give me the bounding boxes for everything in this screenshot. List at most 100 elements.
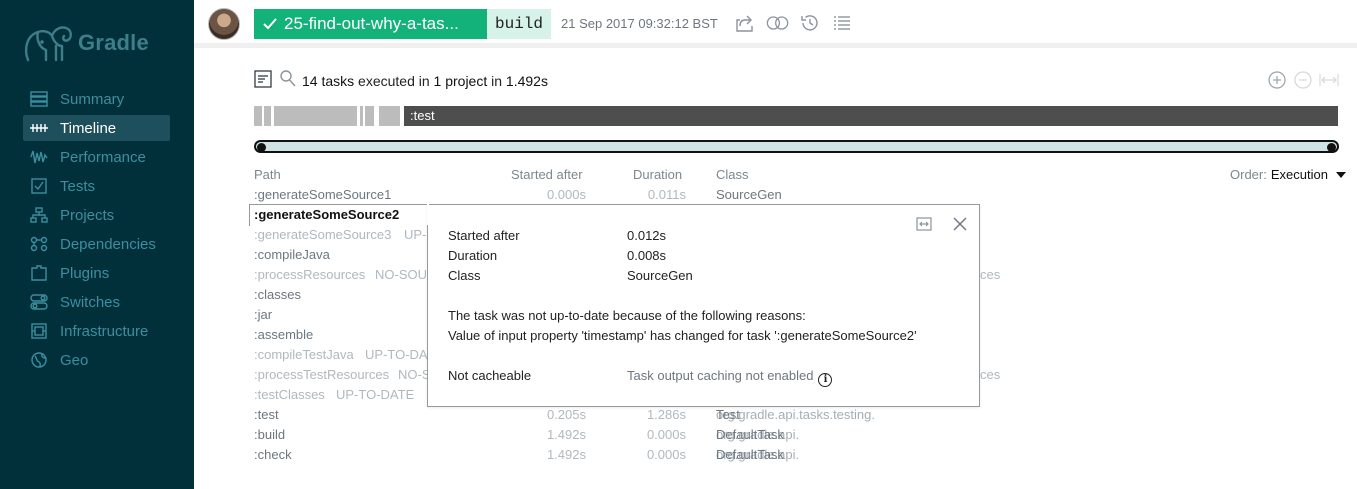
sidebar-item-plugins[interactable]: Plugins bbox=[23, 260, 170, 286]
task-path: :generateSomeSource2 bbox=[254, 207, 400, 222]
zoom-in-icon[interactable] bbox=[1267, 70, 1287, 90]
column-started-after[interactable]: Started after bbox=[511, 167, 583, 182]
check-icon bbox=[263, 18, 277, 30]
sidebar-item-projects[interactable]: Projects bbox=[23, 202, 170, 228]
task-path: :check bbox=[254, 447, 292, 462]
slider-start-handle[interactable] bbox=[257, 143, 266, 152]
timeline-segment[interactable] bbox=[379, 106, 400, 126]
task-duration: 0.000s bbox=[646, 427, 686, 442]
details-icon[interactable] bbox=[254, 70, 272, 91]
timeline-range-slider[interactable] bbox=[254, 140, 1339, 153]
sidebar-item-tests[interactable]: Tests bbox=[23, 173, 170, 199]
column-path[interactable]: Path bbox=[254, 167, 281, 182]
timeline-segment[interactable] bbox=[360, 106, 363, 126]
task-class-name: Test bbox=[716, 407, 740, 422]
sidebar-item-label: Dependencies bbox=[60, 235, 156, 253]
started-after-value: 0.012s bbox=[627, 228, 667, 243]
sidebar-item-label: Projects bbox=[60, 206, 115, 224]
search-icon[interactable] bbox=[280, 70, 296, 91]
order-dropdown[interactable]: Order: Execution bbox=[1230, 167, 1346, 182]
timeline-bar: :test bbox=[254, 106, 1338, 126]
list-icon[interactable] bbox=[830, 11, 854, 35]
task-path: :build bbox=[254, 427, 286, 442]
task-count: 14 tasks bbox=[302, 72, 355, 89]
sidebar-item-switches[interactable]: Switches bbox=[23, 289, 170, 315]
geo-icon bbox=[29, 351, 49, 369]
row-class-fragment: ces bbox=[980, 367, 1001, 382]
popup-connector bbox=[427, 204, 429, 225]
build-tag[interactable]: build bbox=[487, 9, 551, 39]
task-path: :testClasses bbox=[254, 387, 325, 402]
sidebar-item-timeline[interactable]: Timeline bbox=[23, 115, 170, 141]
task-class-name: DefaultTask bbox=[716, 447, 784, 462]
task-started: 1.492s bbox=[546, 427, 586, 442]
timeline-segment[interactable] bbox=[274, 106, 357, 126]
info-icon[interactable]: i bbox=[818, 372, 833, 387]
task-path: :processResources bbox=[254, 267, 366, 282]
slider-end-handle[interactable] bbox=[1327, 143, 1336, 152]
order-value: Execution bbox=[1270, 167, 1328, 182]
task-duration: 0.011s bbox=[647, 187, 686, 202]
task-started: 0.205s bbox=[546, 407, 586, 422]
plugins-icon bbox=[29, 264, 49, 282]
task-path: :processTestResources bbox=[254, 367, 390, 382]
sidebar-item-performance[interactable]: Performance bbox=[23, 144, 170, 170]
sidebar-item-label: Geo bbox=[60, 351, 89, 369]
zoom-out-icon[interactable] bbox=[1293, 70, 1313, 90]
zoom-controls bbox=[1267, 70, 1339, 90]
timeline-segment[interactable] bbox=[264, 106, 271, 126]
avatar[interactable] bbox=[208, 8, 240, 40]
table-row[interactable]: :build 1.492s 0.000s org.gradle.api. Defa… bbox=[254, 427, 1334, 447]
task-path: :generateSomeSource1 bbox=[254, 187, 392, 202]
build-name: 25-find-out-why-a-tas... bbox=[284, 14, 459, 33]
fit-width-icon[interactable] bbox=[1319, 70, 1339, 90]
timeline-icon bbox=[29, 119, 49, 137]
sidebar: Gradle Summary Timeline Performance Test… bbox=[0, 0, 194, 489]
close-icon[interactable] bbox=[951, 215, 969, 233]
sidebar-item-geo[interactable]: Geo bbox=[23, 347, 170, 373]
task-path: :test bbox=[254, 407, 279, 422]
duration-label: Duration bbox=[448, 248, 498, 263]
task-status: NO-S bbox=[398, 367, 431, 382]
sidebar-item-dependencies[interactable]: Dependencies bbox=[23, 231, 170, 257]
timeline-test-segment[interactable]: :test bbox=[404, 106, 1338, 126]
task-status: UP-TO-DATE bbox=[336, 387, 415, 402]
build-datetime: 21 Sep 2017 09:32:12 BST bbox=[561, 16, 718, 31]
sidebar-item-summary[interactable]: Summary bbox=[23, 86, 170, 112]
task-details-popup: Started after 0.012s Duration 0.008s Cla… bbox=[427, 204, 980, 407]
order-label: Order: bbox=[1230, 167, 1267, 182]
task-class-name: SourceGen bbox=[716, 187, 782, 202]
sidebar-item-label: Timeline bbox=[60, 119, 117, 137]
summary-icon bbox=[29, 90, 49, 108]
top-bar: 25-find-out-why-a-tas... build 21 Sep 20… bbox=[194, 0, 1357, 48]
timeline-segment[interactable] bbox=[254, 106, 262, 126]
task-class-name: DefaultTask bbox=[716, 427, 784, 442]
table-row[interactable]: :test 0.205s 1.286s org.gradle.api.tasks… bbox=[254, 407, 1334, 427]
sidebar-nav: Summary Timeline Performance Tests Proje… bbox=[23, 86, 170, 376]
sidebar-item-infrastructure[interactable]: Infrastructure bbox=[23, 318, 170, 344]
compare-icon[interactable] bbox=[766, 11, 790, 35]
task-started: 1.492s bbox=[546, 447, 586, 462]
task-status: UP-TO-DA bbox=[365, 347, 428, 362]
summary-executed: executed in bbox=[358, 72, 430, 89]
chevron-down-icon bbox=[1335, 171, 1346, 178]
column-class[interactable]: Class bbox=[716, 167, 749, 182]
sidebar-item-label: Tests bbox=[60, 177, 96, 195]
expand-icon[interactable] bbox=[915, 215, 933, 233]
column-duration[interactable]: Duration bbox=[633, 167, 682, 182]
timeline-segment[interactable] bbox=[365, 106, 374, 126]
sidebar-item-label: Performance bbox=[60, 148, 146, 166]
sidebar-item-label: Infrastructure bbox=[60, 322, 149, 340]
sidebar-item-label: Plugins bbox=[60, 264, 110, 282]
build-status-badge[interactable]: 25-find-out-why-a-tas... bbox=[254, 9, 487, 39]
history-icon[interactable] bbox=[798, 11, 822, 35]
row-class-fragment: ces bbox=[980, 267, 1001, 282]
gradle-logo[interactable]: Gradle bbox=[22, 20, 182, 66]
summary-text: 14 tasks executed in 1 project in 1.492s bbox=[302, 73, 548, 89]
task-path: :generateSomeSource3 bbox=[254, 227, 392, 242]
share-icon[interactable] bbox=[734, 11, 758, 35]
task-duration: 1.286s bbox=[646, 407, 686, 422]
table-row[interactable]: :check 1.492s 0.000s org.gradle.api. Defa… bbox=[254, 447, 1334, 467]
summary-in: in bbox=[491, 72, 503, 89]
timeline-summary: 14 tasks executed in 1 project in 1.492s bbox=[254, 70, 548, 91]
